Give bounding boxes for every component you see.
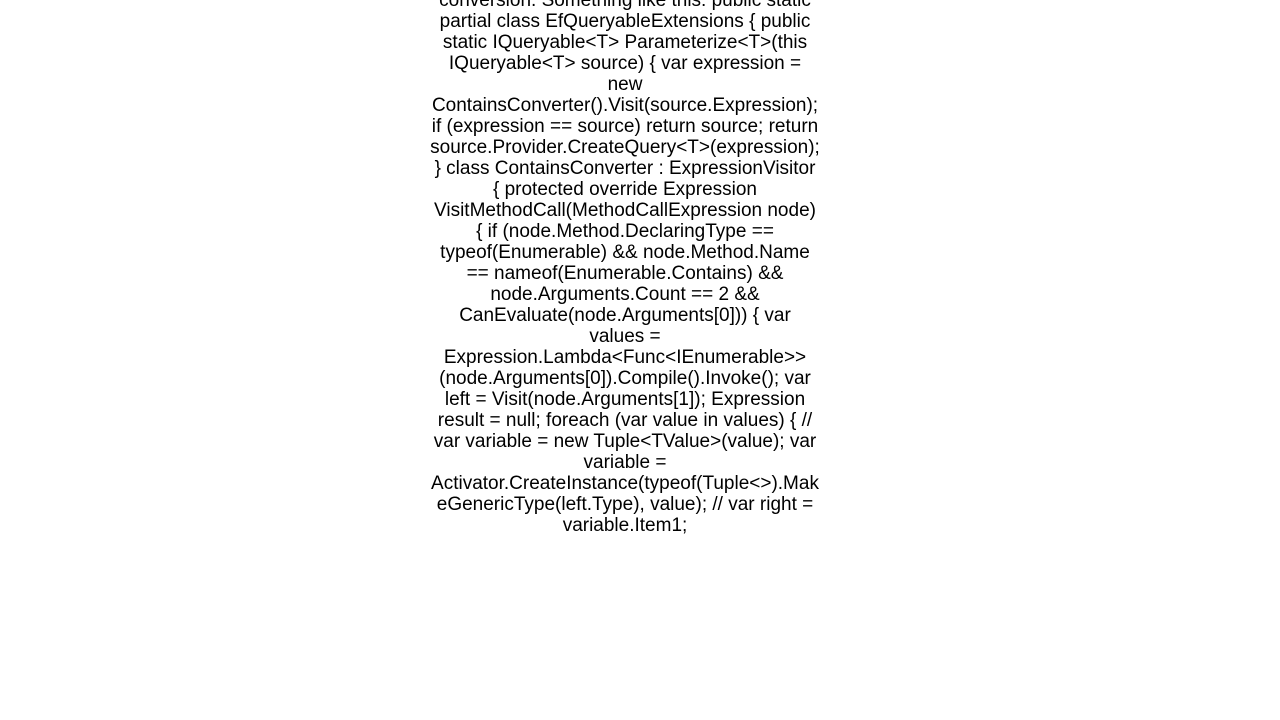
document-text-block: conversion. Something like this: public …	[430, 0, 820, 536]
